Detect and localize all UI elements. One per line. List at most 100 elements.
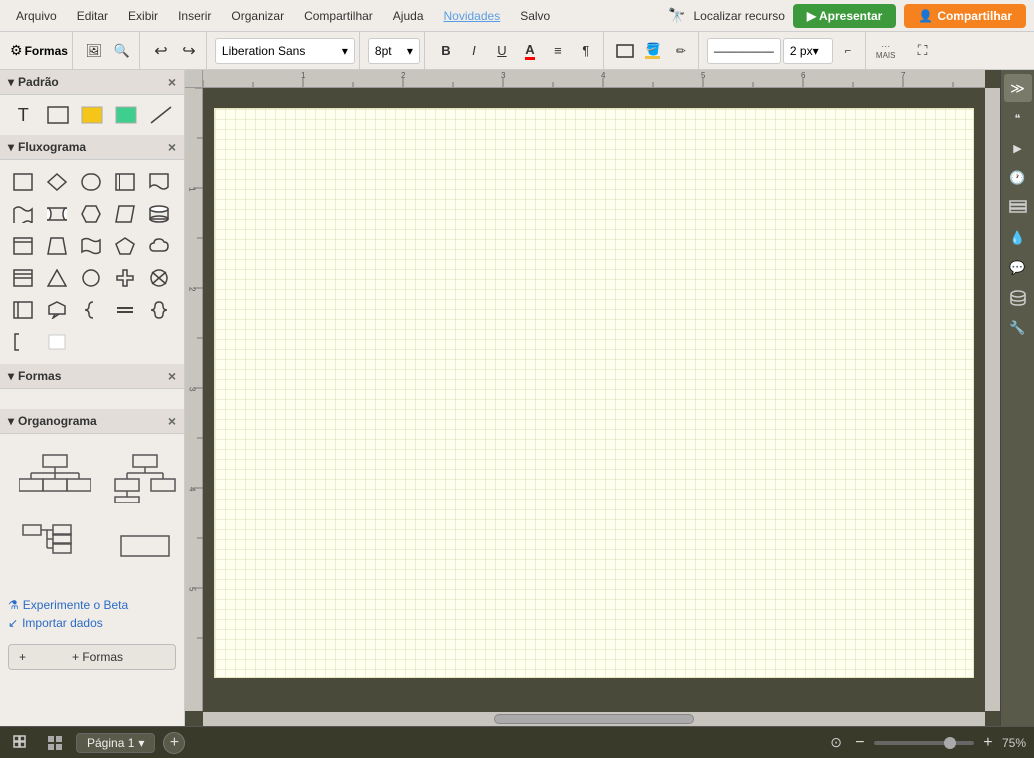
menu-arquivo[interactable]: Arquivo (8, 5, 65, 27)
beta-link[interactable]: ⚗ Experimente o Beta (8, 598, 176, 612)
add-shapes-button[interactable]: + + Formas (8, 644, 176, 670)
flow-bracket[interactable] (8, 328, 38, 356)
share-button[interactable]: 👤 Compartilhar (904, 4, 1026, 28)
bold-button[interactable]: B (433, 38, 459, 64)
flow-triangle[interactable] (42, 264, 72, 292)
flow-callout[interactable] (42, 296, 72, 324)
menu-inserir[interactable]: Inserir (170, 5, 219, 27)
org-tree-3[interactable] (14, 516, 96, 576)
quote-icon[interactable]: ❝ (1004, 104, 1032, 132)
font-size-select[interactable]: 8pt ▾ (368, 38, 420, 64)
align-button[interactable]: ≡ (545, 38, 571, 64)
flow-plus[interactable] (110, 264, 140, 292)
stroke-style-select[interactable]: ————— (707, 38, 781, 64)
flow-curly[interactable] (144, 296, 174, 324)
stroke-color-button[interactable]: ✏ (668, 38, 694, 64)
zoom-slider-thumb[interactable] (944, 737, 956, 749)
flow-brace[interactable] (76, 296, 106, 324)
flow-equals[interactable] (110, 296, 140, 324)
undo-button[interactable]: ↩ (148, 38, 174, 64)
padrao-panel-header[interactable]: ▾ Padrão × (0, 70, 184, 95)
menu-novidades[interactable]: Novidades (436, 5, 509, 27)
fluxograma-panel-header[interactable]: ▾ Fluxograma × (0, 135, 184, 160)
organograma-panel-header[interactable]: ▾ Organograma × (0, 409, 184, 434)
line-shape[interactable] (146, 101, 176, 129)
search-button[interactable]: 🔍 (109, 38, 135, 64)
collapse-panel-icon[interactable]: ≫ (1004, 74, 1032, 102)
org-single-rect[interactable] (104, 516, 185, 576)
menu-compartilhar[interactable]: Compartilhar (296, 5, 381, 27)
organograma-close-icon[interactable]: × (168, 414, 176, 428)
vertical-scrollbar[interactable] (985, 88, 1000, 711)
add-page-button[interactable]: + (163, 732, 185, 754)
menu-editar[interactable]: Editar (69, 5, 116, 27)
flow-tape[interactable] (8, 200, 38, 228)
redo-button[interactable]: ↪ (176, 38, 202, 64)
drawing-canvas[interactable] (214, 108, 974, 678)
flow-rect4[interactable] (8, 296, 38, 324)
fullscreen-button[interactable]: ⛶ (909, 38, 935, 64)
flow-pentagon[interactable] (110, 232, 140, 260)
comment-icon[interactable]: 💬 (1004, 254, 1032, 282)
image-button[interactable]: 🖼 (81, 38, 107, 64)
page-1-tab[interactable]: Página 1 ▾ (76, 733, 155, 753)
fill-color-button[interactable]: 🪣 (640, 38, 666, 64)
flow-parallelogram[interactable] (110, 200, 140, 228)
more-button[interactable]: ··· MAIS (870, 39, 902, 62)
underline-button[interactable]: U (489, 38, 515, 64)
zoom-slider[interactable] (874, 741, 974, 745)
text-dir-button[interactable]: ¶ (573, 38, 599, 64)
flow-doc[interactable] (144, 168, 174, 196)
import-link[interactable]: ↙ Importar dados (8, 616, 176, 630)
droplet-icon[interactable]: 💧 (1004, 224, 1032, 252)
horizontal-scrollbar[interactable] (203, 712, 985, 726)
flow-wave[interactable] (76, 232, 106, 260)
flow-white[interactable] (42, 328, 72, 356)
fluxograma-close-icon[interactable]: × (168, 140, 176, 154)
stroke-width-select[interactable]: 2 px ▾ (783, 38, 833, 64)
flow-trapezoid[interactable] (42, 232, 72, 260)
org-tree-1[interactable] (14, 448, 96, 508)
flow-stadium[interactable] (42, 200, 72, 228)
menu-ajuda[interactable]: Ajuda (385, 5, 432, 27)
database-icon[interactable] (1004, 284, 1032, 312)
locate-resource-label[interactable]: Localizar recurso (694, 9, 785, 23)
canvas-scroll[interactable]: 1 2 3 4 5 (185, 70, 1000, 726)
org-tree-2[interactable] (104, 448, 185, 508)
hscroll-thumb[interactable] (494, 714, 694, 724)
formas-panel-header[interactable]: ▾ Formas × (0, 364, 184, 389)
flow-circle[interactable] (76, 264, 106, 292)
flow-rect2[interactable] (8, 232, 38, 260)
canvas-area[interactable] (203, 88, 985, 711)
flow-dbl-rect[interactable] (110, 168, 140, 196)
zoom-in-button[interactable]: + (978, 734, 998, 752)
menu-grid-button[interactable] (8, 732, 34, 754)
italic-button[interactable]: I (461, 38, 487, 64)
rect-shape[interactable] (42, 101, 72, 129)
flow-diamond[interactable] (42, 168, 72, 196)
layers-icon[interactable] (1004, 194, 1032, 222)
padrao-close-icon[interactable]: × (168, 75, 176, 89)
green-rect-shape[interactable] (111, 101, 141, 129)
present-button[interactable]: ▶ Apresentar (793, 4, 896, 28)
menu-exibir[interactable]: Exibir (120, 5, 166, 27)
formas-close-icon[interactable]: × (168, 369, 176, 383)
zoom-out-button[interactable]: − (850, 734, 870, 752)
flow-xmark[interactable] (144, 264, 174, 292)
menu-organizar[interactable]: Organizar (223, 5, 292, 27)
flow-cylinder[interactable] (144, 200, 174, 228)
flow-rounded-rect[interactable] (76, 168, 106, 196)
font-family-select[interactable]: Liberation Sans ▾ (215, 38, 355, 64)
flow-rect[interactable] (8, 168, 38, 196)
clock-icon[interactable]: 🕐 (1004, 164, 1032, 192)
flow-rect3[interactable] (8, 264, 38, 292)
pages-grid-button[interactable] (42, 732, 68, 754)
font-color-button[interactable]: A (517, 38, 543, 64)
wrench-icon[interactable]: 🔧 (1004, 314, 1032, 342)
flow-cloud[interactable] (144, 232, 174, 260)
flow-hexagon[interactable] (76, 200, 106, 228)
video-icon[interactable]: ▶ (1004, 134, 1032, 162)
text-shape[interactable]: T (8, 101, 38, 129)
rect-shape-button[interactable] (612, 38, 638, 64)
connector-button[interactable]: ⌐ (835, 38, 861, 64)
